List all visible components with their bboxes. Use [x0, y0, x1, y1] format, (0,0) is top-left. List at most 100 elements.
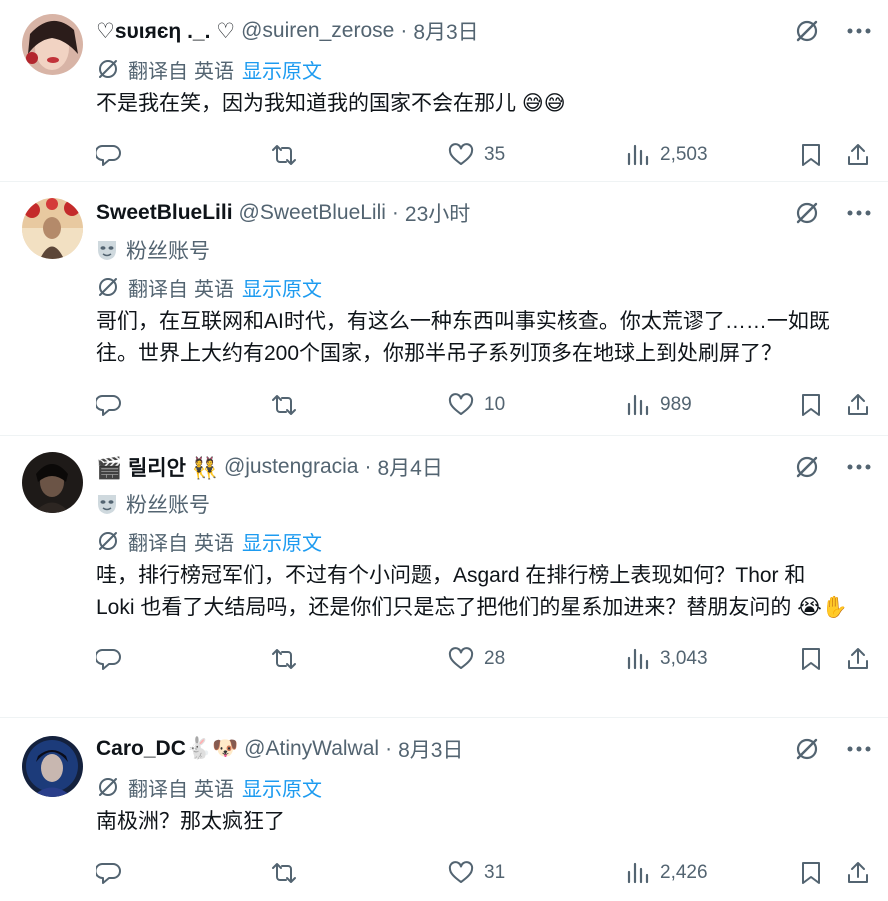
separator-dot: · [391, 201, 399, 224]
mask-icon [98, 241, 116, 260]
share-icon [848, 862, 868, 883]
reply-icon [96, 863, 121, 884]
separator-dot: · [364, 455, 372, 478]
share-button[interactable] [846, 858, 870, 888]
fan-account-label: 粉丝账号 [126, 240, 210, 263]
view-count: 989 [660, 394, 692, 415]
views-icon [627, 394, 649, 416]
fan-account-badge: 粉丝账号 [96, 486, 858, 522]
more-icon[interactable] [844, 198, 874, 228]
reply-tweet[interactable]: 🎬 릴리안 👯 @justengracia · 8月4日 粉丝账号 翻译自 英语… [0, 436, 888, 718]
views-button[interactable]: 2,503 [626, 140, 708, 170]
view-count: 2,426 [660, 862, 708, 883]
retweet-icon [272, 649, 296, 669]
bookmark-icon [802, 862, 820, 884]
timestamp[interactable]: 8月3日 [398, 734, 463, 764]
user-handle[interactable]: @suiren_zerose [241, 19, 394, 43]
display-name[interactable]: SweetBlueLili [96, 201, 233, 225]
reply-tweet[interactable]: SweetBlueLili @SweetBlueLili · 23小时 粉丝账号… [0, 182, 888, 436]
bookmark-icon [802, 394, 820, 416]
share-icon [848, 144, 868, 165]
like-icon [448, 861, 474, 883]
grok-icon[interactable] [792, 198, 822, 228]
header-actions [792, 452, 874, 482]
avatar[interactable] [22, 198, 83, 259]
show-original-link[interactable]: 显示原文 [242, 273, 322, 302]
tweet-text: 哇，排行榜冠军们，不过有个小问题，Asgard 在排行榜上表现如何？Thor 和… [96, 564, 848, 619]
more-icon[interactable] [844, 16, 874, 46]
like-icon [448, 143, 474, 165]
bookmark-button[interactable] [800, 858, 822, 888]
reply-button[interactable] [96, 140, 132, 170]
retweet-button[interactable] [270, 858, 308, 888]
reply-button[interactable] [96, 858, 132, 888]
fan-account-badge: 粉丝账号 [96, 232, 858, 268]
avatar[interactable] [22, 452, 83, 513]
like-button[interactable]: 10 [448, 390, 505, 420]
bookmark-button[interactable] [800, 140, 822, 170]
view-count: 2,503 [660, 144, 708, 165]
translate-icon [99, 532, 117, 550]
grok-icon[interactable] [792, 16, 822, 46]
views-icon [627, 862, 649, 884]
display-name[interactable]: ♡ѕυιяєη ._. ♡ [96, 19, 235, 44]
separator-dot: · [385, 737, 393, 760]
like-icon [448, 393, 474, 415]
show-original-link[interactable]: 显示原文 [242, 773, 322, 802]
display-name[interactable]: 🎬 릴리안 👯 [96, 452, 218, 482]
reply-icon [96, 395, 121, 416]
retweet-button[interactable] [270, 390, 308, 420]
translated-from-label: 翻译自 [128, 278, 188, 301]
translated-from-label: 翻译自 [128, 60, 188, 83]
source-language: 英语 [194, 778, 234, 801]
views-button[interactable]: 3,043 [626, 644, 708, 674]
translate-icon [99, 278, 117, 296]
avatar[interactable] [22, 736, 83, 797]
share-button[interactable] [846, 140, 870, 170]
tweet-header: Caro_DC🐇🐶 @AtinyWalwal · 8月3日 [96, 734, 871, 764]
retweet-button[interactable] [270, 644, 308, 674]
timestamp[interactable]: 8月4日 [378, 452, 443, 482]
translation-info: 翻译自 英语 显示原文 [96, 270, 858, 304]
timestamp[interactable]: 8月3日 [413, 16, 478, 46]
view-count: 3,043 [660, 648, 708, 669]
reply-button[interactable] [96, 644, 132, 674]
translated-from-label: 翻译自 [128, 532, 188, 555]
display-name[interactable]: Caro_DC🐇🐶 [96, 737, 238, 761]
user-handle[interactable]: @AtinyWalwal [244, 737, 379, 761]
share-button[interactable] [846, 644, 870, 674]
retweet-button[interactable] [270, 140, 308, 170]
user-handle[interactable]: @justengracia [224, 455, 359, 479]
user-handle[interactable]: @SweetBlueLili [239, 201, 386, 225]
bookmark-button[interactable] [800, 644, 822, 674]
avatar[interactable] [22, 14, 83, 75]
reply-tweet[interactable]: Caro_DC🐇🐶 @AtinyWalwal · 8月3日 翻译自 英语 显示原… [0, 718, 888, 901]
reply-icon [96, 145, 121, 166]
grok-icon[interactable] [792, 452, 822, 482]
grok-icon[interactable] [792, 734, 822, 764]
views-button[interactable]: 989 [626, 390, 692, 420]
bookmark-button[interactable] [800, 390, 822, 420]
like-count: 10 [484, 394, 506, 415]
show-original-link[interactable]: 显示原文 [242, 55, 322, 84]
header-actions [792, 16, 874, 46]
views-button[interactable]: 2,426 [626, 858, 708, 888]
translation-info: 翻译自 英语 显示原文 [96, 524, 858, 558]
show-original-link[interactable]: 显示原文 [242, 527, 322, 556]
like-button[interactable]: 31 [448, 858, 505, 888]
translate-icon [99, 60, 117, 78]
action-bar: 28 3,043 [96, 630, 868, 690]
more-icon[interactable] [844, 734, 874, 764]
timestamp[interactable]: 23小时 [405, 198, 470, 228]
source-language: 英语 [194, 60, 234, 83]
like-button[interactable]: 28 [448, 644, 505, 674]
share-button[interactable] [846, 390, 870, 420]
tweet-header: SweetBlueLili @SweetBlueLili · 23小时 [96, 198, 871, 228]
translated-from-label: 翻译自 [128, 778, 188, 801]
bookmark-icon [802, 144, 820, 166]
translation-info: 翻译自 英语 显示原文 [96, 52, 858, 86]
like-button[interactable]: 35 [448, 140, 505, 170]
reply-tweet[interactable]: ♡ѕυιяєη ._. ♡ @suiren_zerose · 8月3日 翻译自 … [0, 0, 888, 182]
reply-button[interactable] [96, 390, 132, 420]
more-icon[interactable] [844, 452, 874, 482]
